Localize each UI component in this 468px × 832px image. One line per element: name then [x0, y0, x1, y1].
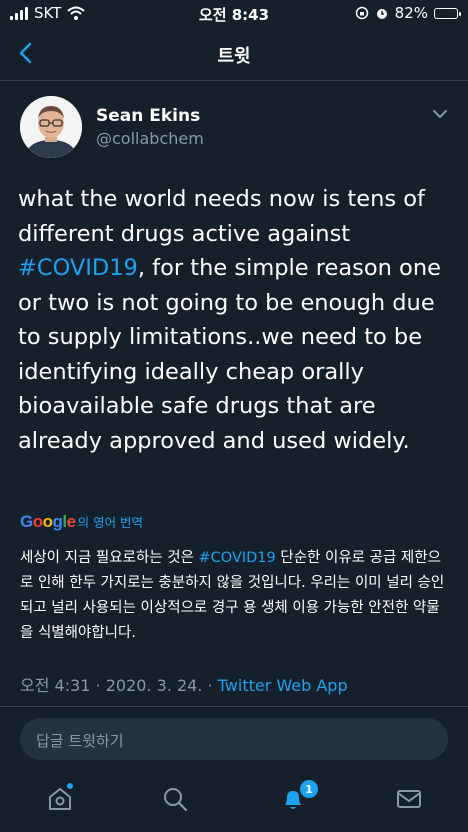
tweet-meta: 오전 4:31 · 2020. 3. 24. · Twitter Web App	[20, 672, 348, 696]
tab-bar	[0, 770, 468, 832]
battery-icon	[434, 7, 461, 19]
tweet-text-part2: , for the simple reason one or two is no…	[18, 255, 441, 454]
chevron-down-icon[interactable]	[430, 106, 450, 122]
home-new-dot	[67, 783, 73, 789]
translate-label: 의 영어 번역	[77, 515, 144, 530]
tweet-header: Sean Ekins @collabchem	[20, 96, 450, 160]
tweet-timestamp: 오전 4:31 · 2020. 3. 24. ·	[20, 676, 218, 695]
translation-text: 세상이 지금 필요로하는 것은 #COVID19 단순한 이유로 공급 제한으로…	[20, 546, 452, 646]
home-icon	[49, 788, 71, 810]
divider	[0, 706, 468, 707]
google-logo: Google	[20, 512, 76, 531]
author-name[interactable]: Sean Ekins	[96, 106, 200, 126]
tweet-text: what the world needs now is tens of diff…	[18, 182, 458, 458]
translate-row[interactable]: Google 의 영어 번역	[20, 512, 143, 534]
page-title: 트윗	[217, 46, 251, 67]
status-bar: SKT 오전 8:43 82%	[0, 0, 468, 28]
reply-input[interactable]: 답글 트윗하기	[20, 718, 448, 760]
alarm-icon	[376, 9, 387, 19]
reply-placeholder: 답글 트윗하기	[36, 732, 124, 750]
nav-bar: 트윗	[0, 30, 468, 81]
notification-badge: 1	[300, 780, 318, 798]
status-right: 82%	[355, 4, 461, 22]
rotation-lock-icon	[355, 6, 368, 20]
hashtag-link[interactable]: #COVID19	[18, 255, 138, 281]
battery-percent: 82%	[394, 4, 428, 22]
mail-icon	[397, 790, 421, 808]
translation-hashtag-link[interactable]: #COVID19	[199, 550, 276, 566]
avatar-image	[20, 96, 82, 158]
tab-messages[interactable]	[394, 784, 424, 814]
tweet-source-link[interactable]: Twitter Web App	[218, 676, 348, 695]
author-handle[interactable]: @collabchem	[96, 129, 204, 148]
translation-part1: 세상이 지금 필요로하는 것은	[20, 550, 199, 566]
tab-search[interactable]	[160, 784, 190, 814]
avatar[interactable]	[20, 96, 82, 158]
tweet-text-part1: what the world needs now is tens of diff…	[18, 186, 425, 247]
search-icon	[164, 788, 188, 812]
